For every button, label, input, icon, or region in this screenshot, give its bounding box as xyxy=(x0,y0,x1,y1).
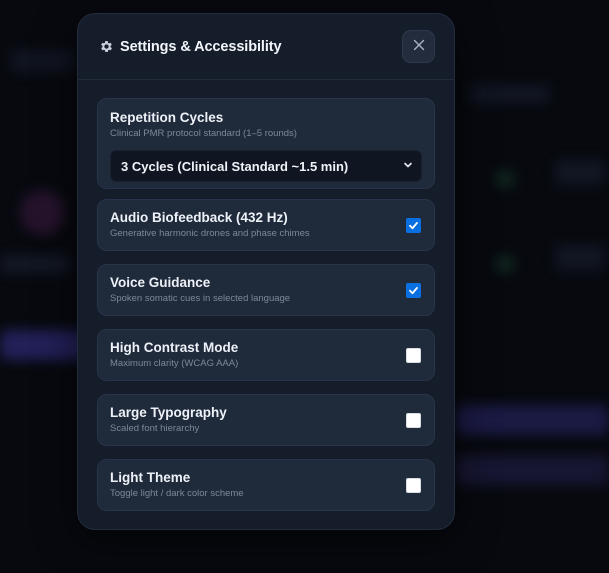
audio-biofeedback-checkbox[interactable] xyxy=(406,217,421,233)
row-description: Toggle light / dark color scheme xyxy=(110,488,244,499)
row-description: Generative harmonic drones and phase chi… xyxy=(110,228,310,239)
background-blob xyxy=(495,170,515,188)
background-blob xyxy=(495,255,515,273)
checkmark-icon xyxy=(409,221,418,229)
background-blob xyxy=(455,405,609,435)
row-label: Light Theme xyxy=(110,470,191,485)
row-text: Audio Biofeedback (432 Hz) Generative ha… xyxy=(110,210,310,240)
close-button[interactable] xyxy=(402,30,435,63)
large-typography-row: Large Typography Scaled font hierarchy xyxy=(97,394,435,446)
row-label: Audio Biofeedback (432 Hz) xyxy=(110,210,288,225)
repetition-description: Clinical PMR protocol standard (1–5 roun… xyxy=(110,128,297,139)
audio-biofeedback-row: Audio Biofeedback (432 Hz) Generative ha… xyxy=(97,199,435,251)
row-label: Large Typography xyxy=(110,405,227,420)
repetition-cycles-select[interactable]: 3 Cycles (Clinical Standard ~1.5 min) xyxy=(110,150,422,182)
repetition-label: Repetition Cycles xyxy=(110,110,224,125)
row-description: Maximum clarity (WCAG AAA) xyxy=(110,358,239,369)
high-contrast-row: High Contrast Mode Maximum clarity (WCAG… xyxy=(97,329,435,381)
background-blob xyxy=(555,245,605,270)
chevron-down-icon xyxy=(403,157,413,175)
background-blob xyxy=(20,190,65,235)
background-blob xyxy=(555,160,605,185)
row-text: Voice Guidance Spoken somatic cues in se… xyxy=(110,275,290,305)
gear-icon xyxy=(99,39,114,54)
modal-body: Repetition Cycles Clinical PMR protocol … xyxy=(78,80,454,511)
modal-header: Settings & Accessibility xyxy=(78,14,454,80)
voice-guidance-checkbox[interactable] xyxy=(406,282,421,298)
title-group: Settings & Accessibility xyxy=(99,38,282,55)
row-label: Voice Guidance xyxy=(110,275,211,290)
background-blob xyxy=(0,255,70,273)
repetition-cycles-card: Repetition Cycles Clinical PMR protocol … xyxy=(97,98,435,189)
light-theme-row: Light Theme Toggle light / dark color sc… xyxy=(97,459,435,511)
select-value: 3 Cycles (Clinical Standard ~1.5 min) xyxy=(121,158,349,174)
checkmark-icon xyxy=(409,286,418,294)
high-contrast-checkbox[interactable] xyxy=(406,347,421,363)
row-text: Light Theme Toggle light / dark color sc… xyxy=(110,470,244,500)
row-text: Large Typography Scaled font hierarchy xyxy=(110,405,227,435)
light-theme-checkbox[interactable] xyxy=(406,477,421,493)
close-icon xyxy=(413,38,425,56)
modal-title: Settings & Accessibility xyxy=(120,38,282,55)
row-description: Scaled font hierarchy xyxy=(110,423,200,434)
row-description: Spoken somatic cues in selected language xyxy=(110,293,291,304)
background-blob xyxy=(10,50,75,72)
background-blob xyxy=(470,85,550,103)
row-label: High Contrast Mode xyxy=(110,340,239,355)
row-text: High Contrast Mode Maximum clarity (WCAG… xyxy=(110,340,238,370)
large-typography-checkbox[interactable] xyxy=(406,412,421,428)
background-blob xyxy=(455,455,609,485)
voice-guidance-row: Voice Guidance Spoken somatic cues in se… xyxy=(97,264,435,316)
settings-modal: Settings & Accessibility Repetition Cycl… xyxy=(77,13,455,530)
